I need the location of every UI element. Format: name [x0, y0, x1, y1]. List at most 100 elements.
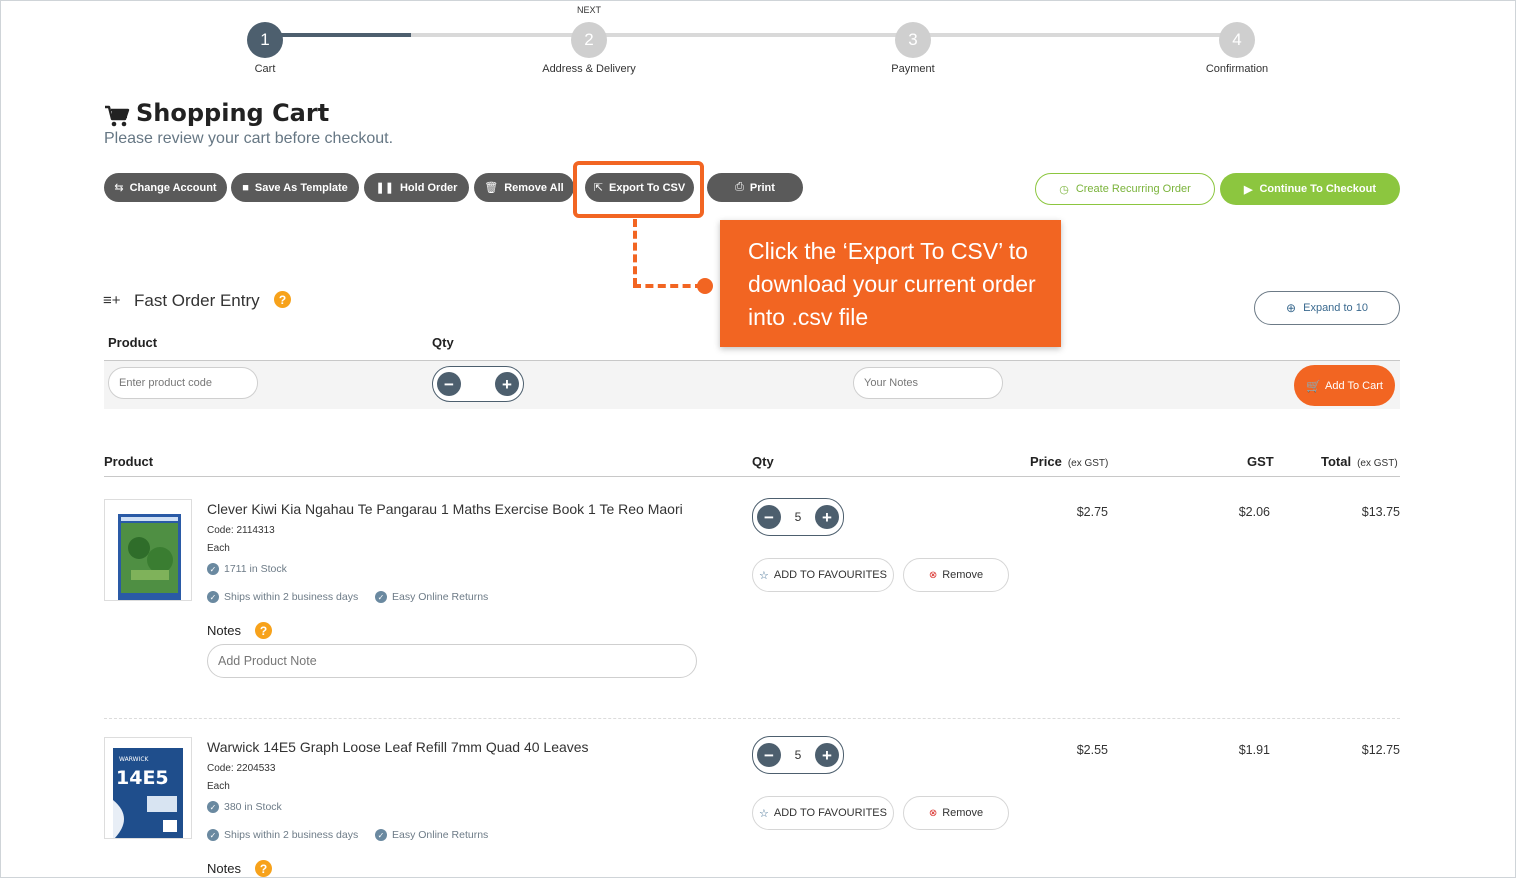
- returns-text: Easy Online Returns: [392, 591, 489, 603]
- shipping-text: Ships within 2 business days: [224, 829, 359, 841]
- callout-connector-vertical: [633, 219, 637, 286]
- step-3-label: Payment: [891, 63, 935, 75]
- remove-icon: ⊗: [928, 569, 938, 581]
- table-header-divider: [104, 476, 1400, 477]
- check-icon: ✓: [207, 591, 219, 603]
- minus-icon[interactable]: −: [437, 372, 461, 396]
- next-label: NEXT: [576, 5, 602, 15]
- save-template-button[interactable]: ■ Save As Template: [231, 173, 359, 202]
- step-2-label: Address & Delivery: [542, 63, 636, 75]
- add-to-favourites-button[interactable]: ☆ ADD TO FAVOURITES: [752, 558, 894, 592]
- plus-icon[interactable]: +: [815, 743, 839, 767]
- step-1-circle[interactable]: 1: [247, 22, 283, 58]
- clock-icon: ◷: [1059, 183, 1069, 196]
- product-code-input[interactable]: Enter product code: [108, 367, 258, 399]
- create-recurring-label: Create Recurring Order: [1075, 183, 1191, 195]
- product-unit: Each: [207, 781, 230, 792]
- notes-label: Notes: [207, 861, 241, 876]
- remove-all-button[interactable]: 🗑 Remove All: [474, 173, 574, 202]
- print-button[interactable]: ⎙ Print: [707, 173, 803, 202]
- continue-checkout-button[interactable]: ▶ Continue To Checkout: [1220, 173, 1400, 205]
- item-gst: $1.91: [1238, 743, 1270, 757]
- minus-icon[interactable]: −: [757, 743, 781, 767]
- add-to-cart-label: Add To Cart: [1325, 379, 1383, 392]
- hold-order-button[interactable]: ❚❚ Hold Order: [364, 173, 469, 202]
- callout-dot: [697, 278, 713, 294]
- save-icon: ■: [242, 181, 249, 194]
- stock-status: ✓ 380 in Stock: [207, 801, 282, 813]
- remove-all-label: Remove All: [504, 181, 564, 194]
- notes-input[interactable]: Your Notes: [853, 367, 1003, 399]
- foe-col-product: Product: [108, 335, 158, 350]
- product-image[interactable]: WARWICK 14E5: [104, 737, 192, 840]
- plus-icon[interactable]: +: [815, 505, 839, 529]
- fast-order-row: [104, 361, 1400, 409]
- col-total-label: Total: [1321, 454, 1352, 469]
- favourites-label: ADD TO FAVOURITES: [773, 569, 887, 581]
- list-add-icon: ≡+: [103, 292, 121, 309]
- expand-button[interactable]: ⊕ Expand to 10: [1254, 291, 1400, 325]
- step-2-circle[interactable]: 2: [571, 22, 607, 58]
- minus-icon[interactable]: −: [757, 505, 781, 529]
- change-account-label: Change Account: [129, 181, 217, 194]
- col-total-note: (ex GST): [1357, 458, 1398, 469]
- col-price-label: Price: [1030, 454, 1062, 469]
- remove-label: Remove: [942, 569, 984, 581]
- cart-icon: 🛒: [1306, 378, 1322, 393]
- item-price: $2.55: [1076, 743, 1108, 757]
- star-icon: ☆: [759, 569, 769, 582]
- qty-value[interactable]: 5: [795, 748, 802, 762]
- help-icon[interactable]: ?: [255, 860, 272, 877]
- help-icon[interactable]: ?: [274, 291, 291, 308]
- product-name[interactable]: Clever Kiwi Kia Ngahau Te Pangarau 1 Mat…: [207, 501, 683, 517]
- qty-stepper[interactable]: − 5 +: [752, 498, 844, 536]
- cart-icon: [104, 104, 130, 133]
- continue-checkout-label: Continue To Checkout: [1259, 183, 1376, 195]
- item-divider: [104, 718, 1400, 719]
- progress-track: [266, 33, 1238, 37]
- check-icon: ✓: [207, 563, 219, 575]
- item-total: $12.75: [1361, 743, 1400, 757]
- pause-icon: ❚❚: [375, 182, 394, 194]
- add-to-cart-button[interactable]: 🛒 Add To Cart: [1294, 365, 1395, 406]
- returns-status: ✓ Easy Online Returns: [375, 829, 488, 841]
- remove-label: Remove: [942, 807, 984, 819]
- stock-status: ✓ 1711 in Stock: [207, 563, 287, 575]
- plus-icon[interactable]: +: [495, 372, 519, 396]
- step-4-label: Confirmation: [1205, 63, 1269, 75]
- product-image[interactable]: [104, 499, 192, 602]
- play-icon: ▶: [1244, 183, 1253, 196]
- printer-icon: ⎙: [735, 181, 744, 193]
- notes-label: Notes: [207, 623, 241, 638]
- progress-fill: [266, 33, 411, 37]
- foe-col-qty: Qty: [432, 335, 454, 350]
- remove-button[interactable]: ⊗ Remove: [903, 558, 1009, 592]
- trash-icon: 🗑: [484, 182, 499, 194]
- check-icon: ✓: [375, 591, 387, 603]
- shipping-status: ✓ Ships within 2 business days: [207, 591, 358, 603]
- add-to-favourites-button[interactable]: ☆ ADD TO FAVOURITES: [752, 796, 894, 830]
- col-price: Price (ex GST): [1030, 454, 1108, 469]
- product-name[interactable]: Warwick 14E5 Graph Loose Leaf Refill 7mm…: [207, 739, 589, 755]
- product-note-input[interactable]: Add Product Note: [207, 644, 697, 678]
- tooltip-callout: Click the ‘Export To CSV’ to download yo…: [720, 220, 1061, 347]
- item-gst: $2.06: [1238, 505, 1270, 519]
- remove-button[interactable]: ⊗ Remove: [903, 796, 1009, 830]
- star-icon: ☆: [759, 807, 769, 820]
- stock-text: 1711 in Stock: [224, 563, 287, 575]
- qty-value[interactable]: 5: [795, 510, 802, 524]
- create-recurring-order-button[interactable]: ◷ Create Recurring Order: [1035, 173, 1215, 205]
- check-icon: ✓: [375, 829, 387, 841]
- callout-connector-horizontal: [633, 284, 703, 288]
- step-3-circle[interactable]: 3: [895, 22, 931, 58]
- qty-stepper[interactable]: − 5 +: [752, 736, 844, 774]
- step-4-circle[interactable]: 4: [1219, 22, 1255, 58]
- col-gst: GST: [1247, 454, 1274, 469]
- change-account-button[interactable]: ⇆ Change Account: [104, 173, 227, 202]
- help-icon[interactable]: ?: [255, 622, 272, 639]
- foe-qty-stepper[interactable]: − +: [432, 366, 524, 402]
- product-unit: Each: [207, 543, 230, 554]
- item-price: $2.75: [1076, 505, 1108, 519]
- page-title: Shopping Cart: [136, 99, 330, 127]
- check-icon: ✓: [207, 829, 219, 841]
